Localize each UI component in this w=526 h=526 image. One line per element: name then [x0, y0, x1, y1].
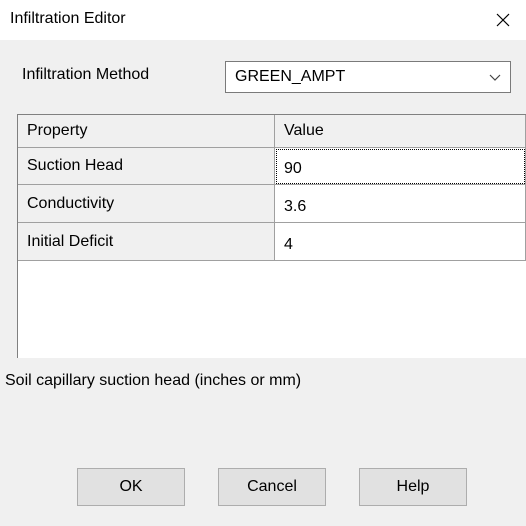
column-header-property: Property — [18, 115, 275, 148]
value-cell-conductivity[interactable]: 3.6 — [275, 185, 526, 223]
property-cell-suction-head: Suction Head — [18, 148, 275, 185]
property-grid: Property Value Suction Head 90 Conductiv… — [17, 114, 526, 358]
close-button[interactable] — [480, 0, 526, 40]
column-header-value: Value — [275, 115, 526, 148]
cancel-button[interactable]: Cancel — [218, 468, 326, 506]
chevron-down-icon — [489, 74, 501, 81]
ok-button[interactable]: OK — [77, 468, 185, 506]
title-bar: Infiltration Editor — [0, 0, 526, 40]
value-cell-initial-deficit[interactable]: 4 — [275, 223, 526, 261]
property-description: Soil capillary suction head (inches or m… — [5, 372, 302, 389]
value-cell-suction-head[interactable]: 90 — [275, 148, 526, 185]
close-icon — [496, 13, 510, 27]
infiltration-method-dropdown[interactable]: GREEN_AMPT — [225, 61, 511, 93]
help-button[interactable]: Help — [359, 468, 467, 506]
infiltration-method-value: GREEN_AMPT — [235, 68, 346, 85]
infiltration-method-label: Infiltration Method — [22, 66, 150, 83]
property-cell-initial-deficit: Initial Deficit — [18, 223, 275, 261]
property-cell-conductivity: Conductivity — [18, 185, 275, 223]
infiltration-editor-dialog: Infiltration Editor Infiltration Method … — [0, 0, 526, 526]
dialog-title: Infiltration Editor — [10, 10, 126, 27]
